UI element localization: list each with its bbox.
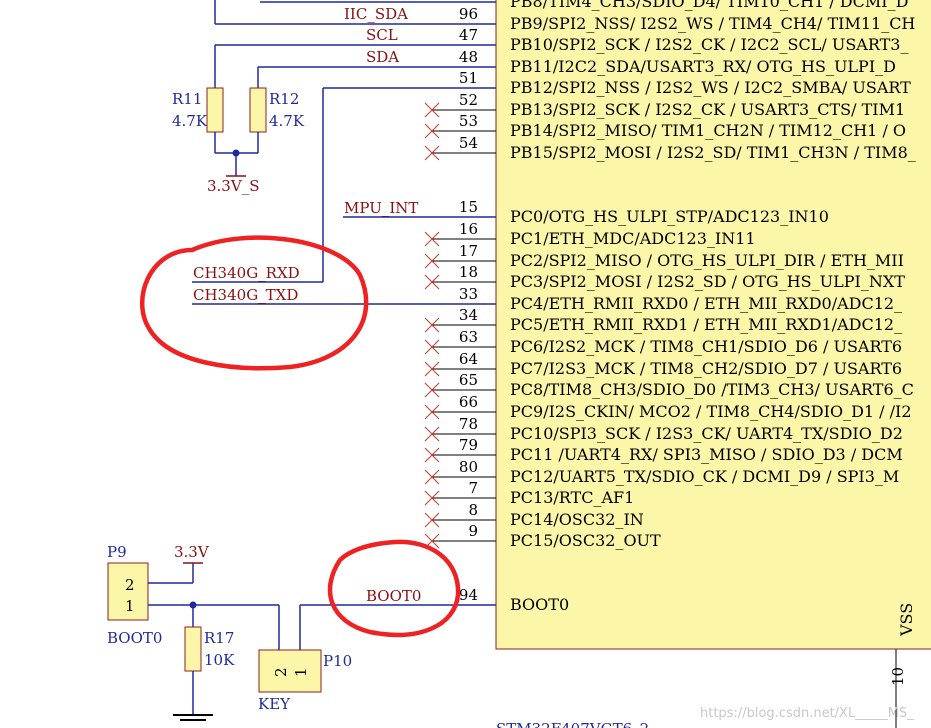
p10-pin2: 2 (272, 667, 290, 677)
mcu-pin-number: 52 (459, 91, 478, 109)
key-p10 (258, 649, 322, 693)
mcu-pin-function: PC14/OSC32_IN (510, 510, 644, 529)
mcu-pin-number: 63 (459, 328, 478, 346)
mcu-pin-function: PC8/TIM8_CH3/SDIO_D0 /TIM3_CH3/ USART6_C (510, 380, 914, 399)
mcu-pin-number: 15 (459, 198, 478, 216)
mcu-pin-number: 80 (459, 458, 478, 476)
vss-label: VSS (897, 603, 916, 637)
mcu-pin-number: 65 (459, 371, 478, 389)
net-boot0: BOOT0 (366, 587, 421, 605)
mcu-pin-number: 78 (459, 415, 478, 433)
p9-ref: P9 (107, 543, 127, 561)
mcu-pin-function: PC0/OTG_HS_ULPI_STP/ADC123_IN10 (510, 207, 829, 226)
mcu-pin-function: PC11 /UART4_RX/ SPI3_MISO / SDIO_D3 / DC… (510, 445, 903, 464)
mcu-pin-function: PC3/SPI2_MOSI / I2S2_SD / OTG_HS_ULPI_NX… (510, 272, 905, 291)
mcu-pin-number: 79 (459, 436, 478, 454)
net-iic-sda: IIC_SDA (344, 5, 408, 23)
net-ch340g-txd: CH340G_TXD (193, 286, 298, 304)
mcu-pin-number: 64 (459, 350, 478, 368)
mcu-part-label: STM32F407VGT6_2 (496, 720, 649, 728)
mcu-pin-function: PC15/OSC32_OUT (510, 531, 661, 550)
mcu-pin-function: PC12/UART5_TX/SDIO_CK / DCMI_D9 / SPI3_M (510, 467, 899, 486)
mcu-pin-number: 33 (459, 285, 478, 303)
mcu-pin-function: PC10/SPI3_SCK / I2S3_CK/ UART4_TX/SDIO_D… (510, 424, 903, 443)
mcu-pin-number: 66 (459, 393, 478, 411)
mcu-pin-number: 48 (459, 48, 478, 66)
resistor-r12 (249, 87, 267, 133)
pin-partial-label: PB8/TIM4_CH3/SDIO_D4/ TIM10_CH1 / DCMI_D (510, 0, 908, 11)
mcu-pin-number: 9 (468, 522, 478, 540)
mcu-pin-number: 53 (459, 112, 478, 130)
schematic-canvas: 96 PB9/SPI2_NSS/ I2S2_WS / TIM4_CH4/ TIM1… (0, 0, 931, 728)
resistor-r17 (184, 626, 202, 672)
mcu-pin-function: PC13/RTC_AF1 (510, 488, 634, 507)
r17-ref: R17 (204, 629, 234, 647)
r12-value: 4.7K (269, 112, 305, 130)
net-mpu-int: MPU_INT (344, 199, 418, 217)
watermark-text: https://blog.csdn.net/XL_____MS_ (700, 706, 914, 721)
net-scl: SCL (366, 26, 398, 44)
net-ch340g-rxd: CH340G_RXD (193, 264, 300, 282)
p9-label: BOOT0 (107, 629, 162, 647)
mcu-pin-number: 54 (459, 134, 478, 152)
power-3v3-label: 3.3V (174, 543, 210, 561)
mcu-pin-number: 17 (459, 242, 478, 260)
p10-ref: P10 (323, 652, 352, 670)
mcu-pin-function: PC4/ETH_RMII_RXD0 / ETH_MII_RXD0/ADC12_ (510, 294, 902, 313)
mcu-pin-number: 94 (459, 586, 478, 604)
p9-pin2: 2 (125, 576, 135, 594)
mcu-pin-number: 7 (468, 479, 478, 497)
mcu-pin-function: PB14/SPI2_MISO/ TIM1_CH2N / TIM12_CH1 / … (510, 121, 906, 140)
mcu-pin-number: 96 (459, 5, 478, 23)
mcu-pin-function: PC1/ETH_MDC/ADC123_IN11 (510, 229, 756, 248)
resistor-r11 (206, 87, 224, 133)
r11-ref: R11 (172, 90, 202, 108)
mcu-pin-function: PC9/I2S_CKIN/ MCO2 / TIM8_CH4/SDIO_D1 / … (510, 402, 912, 421)
mcu-pin-function: BOOT0 (510, 595, 569, 614)
mcu-pin-number: 8 (468, 501, 478, 519)
r17-value: 10K (204, 651, 235, 669)
vss-pin-number: 10 (889, 667, 907, 686)
p9-pin1: 1 (125, 597, 135, 615)
mcu-pin-number: 18 (459, 263, 478, 281)
mcu-pin-function: PB13/SPI2_SCK / I2S2_CK / USART3_CTS/ TI… (510, 100, 905, 119)
mcu-pin-number: 16 (459, 220, 478, 238)
mcu-pin-function: PC6/I2S2_MCK / TIM8_CH1/SDIO_D6 / USART6 (510, 337, 902, 356)
mcu-pin-function: PC7/I2S3_MCK / TIM8_CH2/SDIO_D7 / USART6 (510, 359, 902, 378)
p10-pin1: 1 (292, 667, 310, 677)
r12-ref: R12 (269, 90, 299, 108)
mcu-pin-function: PB12/SPI2_NSS / I2S2_WS / I2C2_SMBA/ USA… (510, 78, 911, 97)
mcu-pin-number: 51 (459, 69, 478, 87)
p10-label: KEY (258, 695, 291, 713)
mcu-pin-function: PC2/SPI2_MISO / OTG_HS_ULPI_DIR / ETH_MI… (510, 251, 904, 270)
net-sda: SDA (366, 48, 399, 66)
mcu-pin-function: PB11/I2C2_SDA/USART3_RX/ OTG_HS_ULPI_D (510, 57, 896, 76)
mcu-pin-function: PC5/ETH_RMII_RXD1 / ETH_MII_RXD1/ADC12_ (510, 315, 902, 334)
r11-value: 4.7K (172, 112, 208, 130)
mcu-pin-function: PB15/SPI2_MOSI / I2S2_SD/ TIM1_CH3N / TI… (510, 143, 916, 162)
mcu-pin-function: PB10/SPI2_SCK / I2S2_CK / I2C2_SCL/ USAR… (510, 35, 908, 54)
mcu-pin-number: 47 (459, 26, 478, 44)
mcu-pin-number: 34 (459, 306, 478, 324)
schematic-drawing: 96 PB9/SPI2_NSS/ I2S2_WS / TIM4_CH4/ TIM1… (107, 0, 931, 728)
power-3v3s-label: 3.3V_S (207, 177, 259, 195)
mcu-pin-function: PB9/SPI2_NSS/ I2S2_WS / TIM4_CH4/ TIM11_… (510, 14, 915, 33)
